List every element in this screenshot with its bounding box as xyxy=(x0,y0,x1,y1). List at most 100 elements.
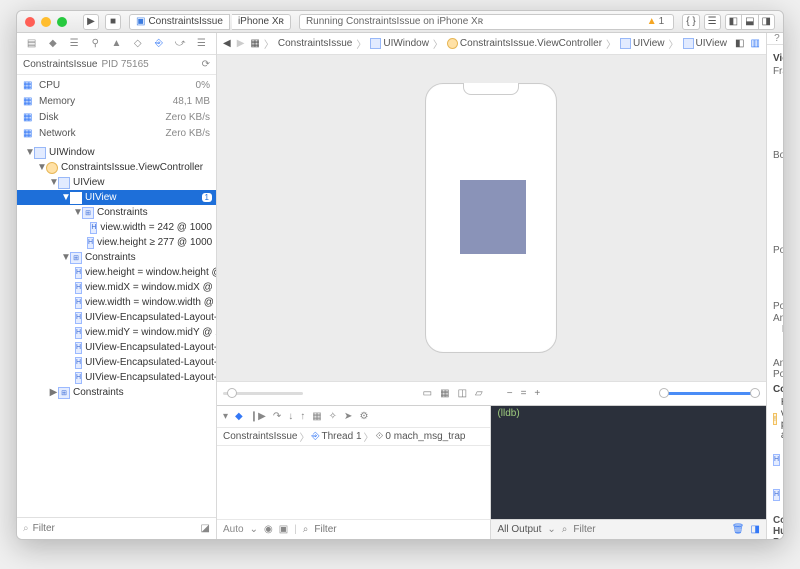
step-out-icon[interactable]: ↑ xyxy=(300,411,305,422)
find-nav-icon[interactable]: ⚲ xyxy=(88,38,102,49)
continue-icon[interactable]: ❙▶ xyxy=(250,411,266,422)
toggle-inspector-button[interactable]: ◨ xyxy=(759,14,775,30)
variables-filter-input[interactable] xyxy=(314,524,484,535)
filter-scope-icon[interactable]: ◪ xyxy=(201,523,210,534)
minimize-icon[interactable] xyxy=(41,17,51,27)
range-slider[interactable] xyxy=(660,392,760,395)
gauge-cpu[interactable]: ▦CPU0% xyxy=(23,77,210,93)
gauge-network[interactable]: ▦NetworkZero KB/s xyxy=(23,125,210,141)
tree-row[interactable]: ▼UIView xyxy=(17,175,216,190)
breakpoint-nav-icon[interactable]: ⤻ xyxy=(173,38,187,49)
tree-row[interactable]: Hview.midX = window.midX @ 1… xyxy=(17,280,216,295)
project-nav-icon[interactable]: ▤ xyxy=(25,38,39,49)
env-icon[interactable]: ⚙ xyxy=(359,411,368,422)
step-in-icon[interactable]: ↓ xyxy=(288,411,293,422)
quicklook-icon[interactable]: ▣ xyxy=(279,524,288,535)
navigator-filter-input[interactable] xyxy=(33,523,201,534)
constraint-icon: H xyxy=(773,454,780,466)
add-editor-button[interactable]: ▥ xyxy=(748,38,761,49)
layers-icon[interactable]: ▱ xyxy=(475,388,483,399)
jump-seg[interactable]: UIView xyxy=(618,38,667,49)
close-icon[interactable] xyxy=(25,17,35,27)
tree-row[interactable]: HUIView-Encapsulated-Layout-T… xyxy=(17,340,216,355)
back-button[interactable]: ◀ xyxy=(221,38,233,49)
step-over-icon[interactable]: ↷ xyxy=(273,411,281,422)
location-icon[interactable]: ➤ xyxy=(344,411,352,422)
depth-slider[interactable] xyxy=(223,392,303,395)
library-button[interactable]: { } xyxy=(682,14,699,30)
tree-row[interactable]: Hview.width = 242 @ 1000 xyxy=(17,220,216,235)
help-inspector-icon[interactable]: ? xyxy=(774,33,780,44)
selected-uiview[interactable] xyxy=(460,180,526,254)
tree-row[interactable]: ▼ConstraintsIssue.ViewController xyxy=(17,160,216,175)
hierarchy-icon[interactable]: ▦ xyxy=(248,38,261,49)
forward-button[interactable]: ▶ xyxy=(235,38,247,49)
console-filter-input[interactable] xyxy=(573,524,725,535)
debug-nav-icon[interactable]: ⎆ xyxy=(152,38,166,49)
jump-seg[interactable]: ConstraintsIssue.ViewController xyxy=(445,38,604,49)
toggle-debug-icon[interactable]: ▾ xyxy=(223,411,228,422)
tree-row[interactable]: ▼⊞Constraints xyxy=(17,250,216,265)
orient-3d-icon[interactable]: ◫ xyxy=(458,388,467,399)
toggle-navigator-button[interactable]: ◧ xyxy=(725,14,742,30)
scope-chevron-icon[interactable]: ⌄ xyxy=(250,524,258,535)
constraint-item[interactable]: Hself.width = 242 @ 1000 xyxy=(773,443,777,476)
jump-seg[interactable]: UIWindow xyxy=(368,38,431,49)
tree-row[interactable]: HUIView-Encapsulated-Layout-… xyxy=(17,355,216,370)
clip-icon[interactable]: ▭ xyxy=(423,388,432,399)
tree-row[interactable]: HUIView-Encapsulated-Layout-… xyxy=(17,370,216,385)
debug-breadcrumb[interactable]: ConstraintsIssue〉 ⎆Thread 1〉 ⟐0 mach_msg… xyxy=(217,428,490,446)
source-nav-icon[interactable]: ◆ xyxy=(46,38,60,49)
output-scope-label[interactable]: All Output xyxy=(497,524,541,535)
tree-row[interactable]: ▼⊞Constraints xyxy=(17,205,216,220)
zoom-in-button[interactable]: + xyxy=(534,388,540,399)
console-output[interactable]: (lldb) xyxy=(491,406,765,519)
toggle-debug-button[interactable]: ⬓ xyxy=(742,14,758,30)
constraints-icon[interactable]: ▦ xyxy=(440,388,449,399)
scheme-selector[interactable]: ▣ConstraintsIssue iPhone Xʀ xyxy=(129,14,291,30)
toggle-split-icon[interactable]: ◨ xyxy=(750,524,759,535)
canvas[interactable] xyxy=(217,55,766,381)
gauge-memory[interactable]: ▦Memory48,1 MB xyxy=(23,93,210,109)
zoom-reset-button[interactable]: = xyxy=(521,388,527,399)
tree-row[interactable]: ▶⊞Constraints xyxy=(17,385,216,400)
tree-row[interactable]: HUIView-Encapsulated-Layout-L… xyxy=(17,310,216,325)
memory-graph-icon[interactable]: ✧ xyxy=(329,411,337,422)
debug-view-icon[interactable]: ▦ xyxy=(312,411,321,422)
tree-row[interactable]: Hview.width = window.width @ 1… xyxy=(17,295,216,310)
stop-button[interactable]: ■ xyxy=(105,14,121,30)
adjust-editor-button[interactable]: ◧ xyxy=(733,38,746,49)
process-header[interactable]: ConstraintsIssue PID 75165 ⟳ xyxy=(17,55,216,75)
filter-icon: ⌕ xyxy=(303,524,309,535)
editor-options-button[interactable]: ☰ xyxy=(704,14,721,30)
test-nav-icon[interactable]: ◇ xyxy=(131,38,145,49)
zoom-out-button[interactable]: − xyxy=(507,388,513,399)
scheme-device-label: iPhone Xʀ xyxy=(238,16,284,27)
breakpoints-icon[interactable]: ◆ xyxy=(235,411,243,422)
symbol-nav-icon[interactable]: ☰ xyxy=(67,38,81,49)
gauge-disk[interactable]: ▦DiskZero KB/s xyxy=(23,109,210,125)
eye-icon[interactable]: ◉ xyxy=(264,524,273,535)
tree-row[interactable]: Hview.height ≥ 277 @ 1000 xyxy=(17,235,216,250)
jump-seg[interactable]: UIView xyxy=(681,38,730,49)
issue-nav-icon[interactable]: ▲ xyxy=(109,38,123,49)
jump-seg[interactable]: ConstraintsIssue xyxy=(276,38,354,49)
inspector-tabs[interactable]: ▭ ? ▯ xyxy=(767,33,783,45)
scope-chevron-icon[interactable]: ⌄ xyxy=(547,524,555,535)
report-nav-icon[interactable]: ☰ xyxy=(194,38,208,49)
frame-label: Frame xyxy=(773,66,783,77)
jump-bar[interactable]: ◀ ▶ ▦ 〉 ConstraintsIssue〉 UIWindow〉 Cons… xyxy=(217,33,766,55)
constraint-item[interactable]: Hself.height ≥ 277 @ 1000 xyxy=(773,478,777,511)
refresh-icon[interactable]: ⟳ xyxy=(202,59,210,70)
tree-row[interactable]: Hview.midY = window.midY @ 1… xyxy=(17,325,216,340)
tree-row-selected[interactable]: ▼UIView1 xyxy=(17,190,216,205)
constraint-warning[interactable]: !Height and vertical position are ambigu… xyxy=(773,397,777,441)
run-button[interactable]: ▶ xyxy=(83,14,99,30)
tree-row[interactable]: Hview.height = window.height @… xyxy=(17,265,216,280)
issue-badge[interactable]: ▲1 xyxy=(644,16,667,27)
zoom-icon[interactable] xyxy=(57,17,67,27)
variables-scope-label[interactable]: Auto xyxy=(223,524,244,535)
navigator-tabs[interactable]: ▤ ◆ ☰ ⚲ ▲ ◇ ⎆ ⤻ ☰ xyxy=(17,33,216,55)
clear-console-button[interactable]: 🗑 xyxy=(732,524,745,535)
tree-row[interactable]: ▼UIWindow xyxy=(17,145,216,160)
